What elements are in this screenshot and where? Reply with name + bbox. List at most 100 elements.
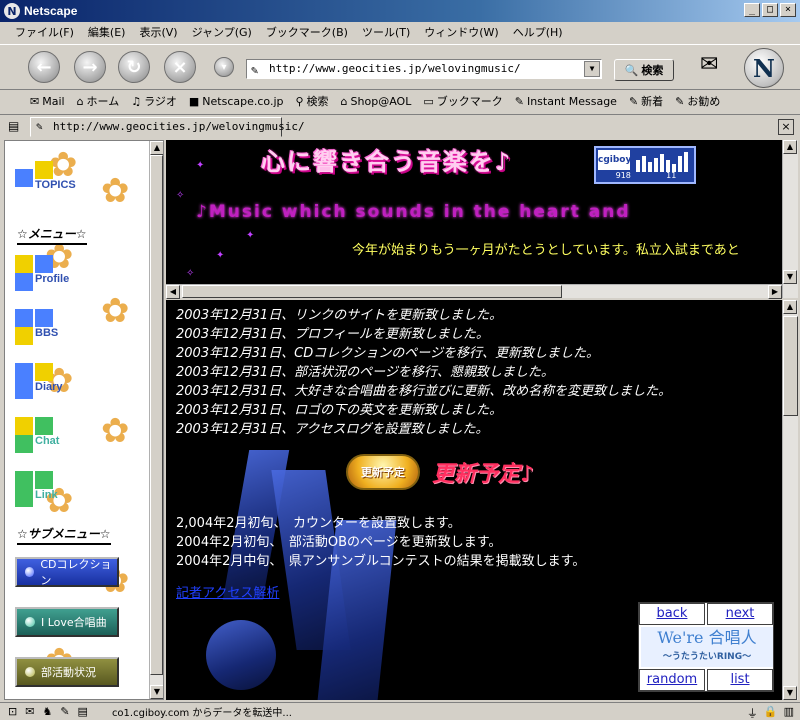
scroll-thumb[interactable] — [150, 155, 163, 675]
square-icon — [15, 489, 33, 507]
nav-topics[interactable]: TOPICS — [15, 161, 76, 191]
banner-horizontal-scrollbar[interactable]: ◀ ▶ — [166, 284, 782, 299]
sparkle-icon: ✦ — [246, 230, 255, 241]
scroll-right-arrow-icon[interactable]: ▶ — [768, 285, 782, 299]
menu-file[interactable]: ファイル(F) — [8, 24, 81, 40]
webring-title: We're 合唱人 — [657, 628, 757, 647]
webring-box: back next We're 合唱人 ～うたうたいRING～ random l… — [638, 602, 774, 692]
pt-shop[interactable]: ⌂ Shop@AOL — [341, 95, 412, 108]
flower-decoration-icon: ✿ — [101, 291, 130, 331]
offline-plug-icon[interactable]: ⏚ — [747, 705, 758, 720]
maximize-button[interactable]: □ — [762, 3, 778, 17]
sparkle-icon: ✦ — [216, 250, 225, 261]
pt-im-label: Instant Message — [526, 94, 617, 108]
nav-bbs[interactable]: BBS — [15, 309, 58, 345]
square-icon — [35, 471, 53, 489]
taskbar-aim-icon[interactable]: ♞ — [42, 705, 52, 718]
scroll-down-arrow-icon[interactable]: ▼ — [150, 685, 163, 699]
menu-view[interactable]: 表示(V) — [132, 24, 184, 40]
pt-netscape[interactable]: ■ Netscape.co.jp — [189, 95, 284, 108]
reload-icon[interactable]: ↻ — [118, 51, 150, 83]
menu-edit[interactable]: 編集(E) — [81, 24, 133, 40]
webring-back-link[interactable]: back — [639, 603, 705, 625]
scroll-up-arrow-icon[interactable]: ▲ — [150, 141, 163, 155]
i-love-chorus-button[interactable]: I Love合唱曲 — [15, 607, 119, 637]
search-button-label: 検索 — [641, 64, 664, 77]
pt-search[interactable]: ⚲ 検索 — [295, 93, 328, 109]
taskbar-mail-icon[interactable]: ✉ — [25, 705, 34, 718]
url-dropdown-icon[interactable]: ▾ — [214, 57, 234, 77]
forward-arrow-icon[interactable]: → — [74, 51, 106, 83]
close-button[interactable]: × — [780, 3, 796, 17]
left-frame-scrollbar[interactable]: ▲ ▼ — [149, 141, 163, 699]
stop-icon[interactable]: × — [164, 51, 196, 83]
main-frame-scrollbar[interactable]: ▲ ▼ — [782, 300, 798, 700]
nav-profile[interactable]: Profile — [15, 255, 69, 291]
webring-random-link[interactable]: random — [639, 669, 705, 691]
scroll-left-arrow-icon[interactable]: ◀ — [166, 285, 180, 299]
crystal-decoration — [206, 620, 276, 690]
webring-subtitle: ～うたうたいRING～ — [662, 652, 752, 662]
site-title: 心に響き合う音楽を♪ — [261, 147, 513, 176]
cd-collection-button[interactable]: CDコレクション — [15, 557, 119, 587]
pt-instant-message[interactable]: ✎ Instant Message — [515, 95, 617, 108]
taskbar-browser-icon[interactable]: ⊡ — [8, 705, 17, 718]
url-input[interactable]: ✎ http://www.geocities.jp/welovingmusic/… — [246, 59, 602, 79]
pt-new-label: 新着 — [641, 95, 664, 108]
menu-window[interactable]: ウィンドウ(W) — [417, 24, 505, 40]
sidebar-toggle-icon[interactable]: ▤ — [8, 119, 19, 133]
pt-radio[interactable]: ♫ ラジオ — [131, 93, 177, 109]
menu-help[interactable]: ヘルプ(H) — [506, 24, 570, 40]
access-analysis-link[interactable]: 記者アクセス解析 — [176, 582, 279, 601]
pt-recommend-label: お勧め — [687, 95, 721, 108]
scroll-down-arrow-icon[interactable]: ▼ — [783, 686, 797, 700]
webring-list-link[interactable]: list — [707, 669, 773, 691]
club-status-button[interactable]: 部活動状況 — [15, 657, 119, 687]
banner-vertical-scrollbar[interactable]: ▲ ▼ — [782, 140, 798, 298]
browser-tab[interactable]: ✎ http://www.geocities.jp/welovingmusic/ — [30, 117, 305, 137]
news-line: 2003年12月31日、アクセスログを設置致しました。 — [176, 422, 489, 437]
nav-chat[interactable]: Chat — [15, 417, 59, 453]
pt-bookmarks[interactable]: ▭ ブックマーク — [423, 93, 502, 109]
search-button[interactable]: 🔍 検索 — [614, 59, 674, 81]
url-history-dropdown[interactable]: ▼ — [584, 61, 600, 77]
pt-recommend[interactable]: ✎ お勧め — [675, 93, 720, 109]
bookmark-link-icon: ✎ — [628, 94, 639, 108]
webring-banner[interactable]: We're 合唱人 ～うたうたいRING～ — [641, 627, 773, 667]
scroll-up-arrow-icon[interactable]: ▲ — [783, 140, 797, 154]
counter-brand: cgiboy — [598, 150, 631, 170]
close-tab-icon[interactable]: × — [778, 119, 794, 135]
pt-new[interactable]: ✎ 新着 — [629, 93, 663, 109]
taskbar-composer-icon[interactable]: ✎ — [60, 705, 69, 718]
pt-mail[interactable]: ✉ Mail — [30, 95, 65, 108]
orb-icon — [25, 617, 35, 627]
scroll-thumb[interactable] — [182, 285, 562, 298]
planned-line: 2004年2月中旬、 県アンサンブルコンテストの結果を掲載致します。 — [176, 554, 586, 569]
scroll-down-arrow-icon[interactable]: ▼ — [783, 270, 797, 284]
taskbar-address-icon[interactable]: ▤ — [78, 705, 88, 718]
back-arrow-icon[interactable]: ← — [28, 51, 60, 83]
pt-search-label: 検索 — [306, 95, 329, 108]
magnifier-icon: 🔍 — [624, 63, 639, 77]
scroll-up-arrow-icon[interactable]: ▲ — [783, 300, 797, 314]
mail-tray-icon[interactable]: ✉ — [700, 52, 718, 77]
menu-go[interactable]: ジャンプ(G) — [185, 24, 259, 40]
security-lock-icon[interactable]: 🔒 — [764, 705, 778, 720]
nav-link[interactable]: Link — [15, 471, 58, 507]
pt-bookmarks-label: ブックマーク — [436, 95, 503, 108]
webring-next-link[interactable]: next — [707, 603, 773, 625]
sparkle-icon: ✧ — [186, 268, 195, 279]
news-line: 2003年12月31日、部活状況のページを移行、懇親致しました。 — [176, 365, 554, 380]
pt-home[interactable]: ⌂ ホーム — [77, 93, 120, 109]
pt-mail-label: Mail — [42, 94, 65, 108]
nav-diary[interactable]: Diary — [15, 363, 63, 399]
menu-tools[interactable]: ツール(T) — [355, 24, 417, 40]
netscape-logo-icon[interactable]: N — [744, 48, 784, 88]
access-counter[interactable]: cgiboy 918 11 — [594, 146, 696, 184]
banner-frame: ✦ ✧ ✦ ✧ ✦ 心に響き合う音楽を♪ cgiboy 918 11 ♪Musi… — [166, 140, 782, 284]
scroll-thumb[interactable] — [783, 316, 798, 416]
minimize-button[interactable]: _ — [744, 3, 760, 17]
bookmark-link-icon: ✎ — [514, 94, 524, 108]
component-bar-icon[interactable]: ▥ — [784, 705, 794, 720]
menu-bookmarks[interactable]: ブックマーク(B) — [259, 24, 355, 40]
